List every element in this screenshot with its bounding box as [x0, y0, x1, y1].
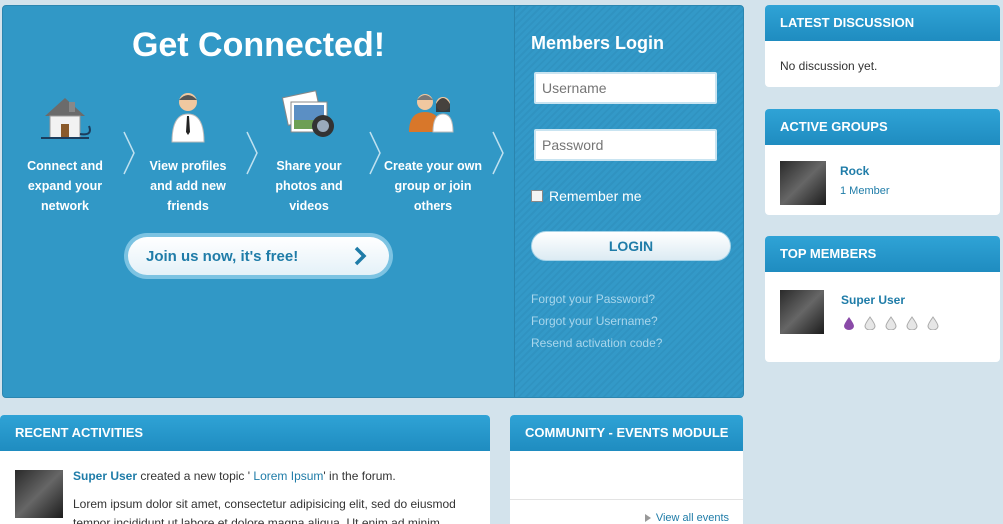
person-profile-icon	[156, 86, 220, 150]
remember-me-label: Remember me	[549, 188, 642, 204]
activity-action-text: created a new topic '	[137, 469, 251, 483]
hero-panel: Get Connected! Connect and expand your n…	[2, 5, 744, 398]
get-connected-section: Get Connected! Connect and expand your n…	[3, 6, 514, 397]
hero-title: Get Connected!	[131, 26, 386, 64]
group-avatar[interactable]	[780, 161, 826, 205]
login-button[interactable]: LOGIN	[531, 231, 731, 261]
forgot-password-link[interactable]: Forgot your Password?	[531, 292, 655, 306]
divider	[510, 499, 743, 500]
activity-headline: Super User created a new topic ' Lorem I…	[73, 469, 396, 483]
triangle-right-icon	[644, 514, 651, 522]
karma-drop-empty-icon	[864, 316, 876, 330]
join-button-label: Join us now, it's free!	[146, 247, 299, 265]
activity-user-link[interactable]: Super User	[73, 469, 137, 483]
recent-activities-panel: RECENT ACTIVITIES Super User created a n…	[0, 415, 490, 524]
forgot-username-link[interactable]: Forgot your Username?	[531, 314, 658, 328]
step-photos-label: Share your photos and videos	[275, 159, 343, 213]
password-input[interactable]	[534, 129, 717, 161]
step-connect: Connect and expand your network	[15, 86, 115, 216]
karma-drop-empty-icon	[927, 316, 939, 330]
chevron-right-icon	[492, 131, 504, 175]
view-all-events-link[interactable]: View all events	[656, 512, 729, 524]
karma-drop-empty-icon	[885, 316, 897, 330]
view-all-events-row[interactable]: View all events	[644, 512, 729, 524]
step-photos: Share your photos and videos	[259, 86, 359, 216]
step-profiles-label: View profiles and add new friends	[149, 159, 227, 213]
latest-discussion-box: LATEST DISCUSSION No discussion yet.	[765, 5, 1000, 87]
login-title: Members Login	[531, 33, 665, 53]
arrow-right-icon	[354, 246, 367, 266]
chevron-right-icon	[369, 131, 381, 175]
activity-body-line: tempor incididunt ut labore et dolore ma…	[73, 516, 440, 524]
members-login-panel: Members Login Remember me LOGIN Forgot y…	[514, 6, 743, 397]
group-people-icon	[401, 86, 465, 150]
join-button-frame: Join us now, it's free!	[124, 233, 393, 279]
recent-activities-title: RECENT ACTIVITIES	[0, 415, 490, 451]
latest-discussion-text: No discussion yet.	[780, 59, 878, 73]
events-module-panel: COMMUNITY - EVENTS MODULE View all event…	[510, 415, 743, 524]
step-profiles: View profiles and add new friends	[138, 86, 238, 216]
group-member-count[interactable]: 1 Member	[840, 185, 890, 197]
karma-rating	[843, 316, 939, 330]
top-members-box: TOP MEMBERS Super User	[765, 236, 1000, 362]
chevron-right-icon	[246, 131, 258, 175]
activity-topic-link[interactable]: Lorem Ipsum	[250, 469, 323, 483]
activity-avatar[interactable]	[15, 470, 63, 518]
photos-camera-icon	[277, 86, 341, 150]
chevron-right-icon	[123, 131, 135, 175]
step-connect-label: Connect and expand your network	[27, 159, 103, 213]
group-name-link[interactable]: Rock	[840, 164, 869, 178]
resend-activation-link[interactable]: Resend activation code?	[531, 336, 662, 350]
remember-me-checkbox[interactable]	[531, 190, 543, 202]
events-module-title: COMMUNITY - EVENTS MODULE	[510, 415, 743, 451]
step-groups: Create your own group or join others	[383, 86, 483, 216]
active-groups-box: ACTIVE GROUPS Rock 1 Member	[765, 109, 1000, 215]
karma-drop-filled-icon	[844, 317, 854, 330]
activity-action-suffix: ' in the forum.	[323, 469, 396, 483]
step-groups-label: Create your own group or join others	[384, 159, 482, 213]
activity-body-line: Lorem ipsum dolor sit amet, consectetur …	[73, 497, 456, 511]
house-network-icon	[33, 86, 97, 150]
top-members-title: TOP MEMBERS	[765, 236, 1000, 272]
karma-drop-empty-icon	[906, 316, 918, 330]
active-groups-title: ACTIVE GROUPS	[765, 109, 1000, 145]
member-name-link[interactable]: Super User	[841, 293, 905, 307]
member-avatar[interactable]	[780, 290, 824, 334]
latest-discussion-title: LATEST DISCUSSION	[765, 5, 1000, 41]
remember-me-row[interactable]: Remember me	[531, 188, 642, 204]
username-input[interactable]	[534, 72, 717, 104]
join-button[interactable]: Join us now, it's free!	[128, 237, 389, 275]
